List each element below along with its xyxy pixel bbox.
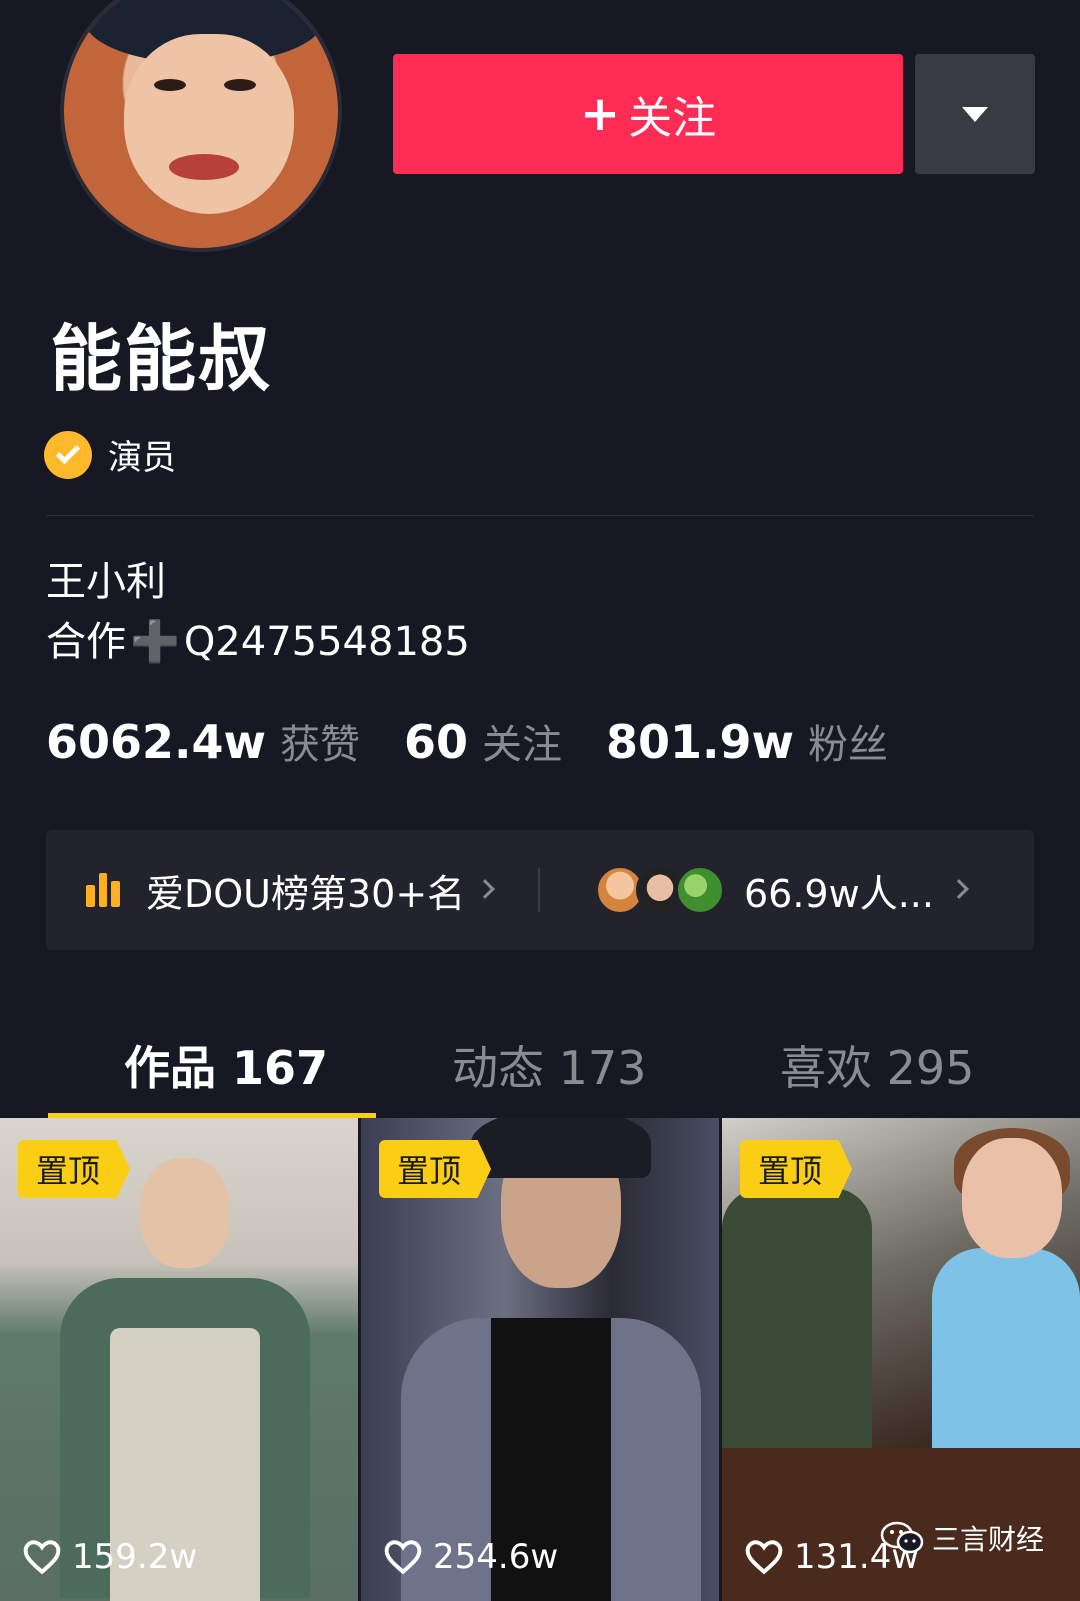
profile-avatar[interactable] xyxy=(60,0,342,252)
stat-likes: 6062.4w 获赞 xyxy=(46,712,360,770)
bio-line-2: 合作 ➕ Q2475548185 xyxy=(46,612,470,672)
rank-bar: 爱DOU榜第30+名 66.9w人... xyxy=(46,830,1034,950)
heart-icon xyxy=(745,1540,783,1575)
heart-icon xyxy=(384,1540,422,1575)
chevron-right-icon xyxy=(949,879,969,899)
follow-label: 关注 xyxy=(628,93,717,144)
stat-label: 关注 xyxy=(482,722,563,768)
chevron-right-icon xyxy=(475,879,495,899)
watermark-text: 三言财经 xyxy=(932,1523,1045,1556)
stat-label: 粉丝 xyxy=(808,722,889,768)
wechat-icon xyxy=(880,1521,924,1554)
rank-text: 爱DOU榜第30+名 xyxy=(146,871,466,916)
tab-activity[interactable]: 动态 173 xyxy=(452,1010,646,1120)
plus-emoji: ➕ xyxy=(130,619,180,665)
like-count-value: 254.6w xyxy=(433,1537,559,1577)
plus-icon: + xyxy=(579,86,621,142)
tab-likes[interactable]: 喜欢 295 xyxy=(780,1010,974,1120)
fan-group-link[interactable]: 66.9w人... xyxy=(596,830,934,950)
like-count: 254.6w xyxy=(383,1537,558,1577)
pinned-badge: 置顶 xyxy=(18,1140,131,1198)
verification-row: 演员 xyxy=(44,430,176,479)
follow-button[interactable]: + 关注 xyxy=(393,54,903,174)
heart-icon xyxy=(23,1540,61,1575)
stat-label: 获赞 xyxy=(280,722,361,768)
stat-value: 60 xyxy=(404,715,469,769)
pinned-badge: 置顶 xyxy=(740,1140,853,1198)
avatar xyxy=(676,866,724,914)
divider xyxy=(538,868,540,912)
bio-line-2-contact: Q2475548185 xyxy=(183,619,470,665)
stat-value: 801.9w xyxy=(606,715,795,769)
verification-label: 演员 xyxy=(108,438,176,478)
rank-link[interactable]: 爱DOU榜第30+名 xyxy=(86,830,465,950)
more-options-button[interactable] xyxy=(915,54,1035,174)
stat-followers[interactable]: 801.9w 粉丝 xyxy=(606,712,888,770)
stat-value: 6062.4w xyxy=(46,715,267,769)
stat-following[interactable]: 60 关注 xyxy=(404,712,562,770)
fans-text: 66.9w人... xyxy=(744,871,934,916)
video-thumbnail[interactable]: 置顶 254.6w xyxy=(361,1118,719,1601)
profile-name: 能能叔 xyxy=(50,317,273,401)
content-tabs: 作品 167 动态 173 喜欢 295 xyxy=(0,1010,1080,1120)
video-thumbnail[interactable]: 置顶 159.2w xyxy=(0,1118,358,1601)
bar-chart-icon xyxy=(86,873,124,907)
pinned-badge: 置顶 xyxy=(379,1140,492,1198)
like-count: 159.2w xyxy=(22,1537,197,1577)
bio-line-1: 王小利 xyxy=(46,559,166,605)
profile-bio: 王小利 合作 ➕ Q2475548185 xyxy=(46,552,470,672)
like-count-value: 159.2w xyxy=(72,1537,198,1577)
tab-works[interactable]: 作品 167 xyxy=(124,1010,328,1120)
bio-line-2-prefix: 合作 xyxy=(46,619,126,665)
watermark: 三言财经 xyxy=(880,1518,1044,1558)
caret-down-icon xyxy=(962,106,988,122)
profile-stats: 6062.4w 获赞 60 关注 801.9w 粉丝 xyxy=(46,712,932,770)
verified-check-icon xyxy=(44,430,92,479)
divider xyxy=(46,515,1034,516)
